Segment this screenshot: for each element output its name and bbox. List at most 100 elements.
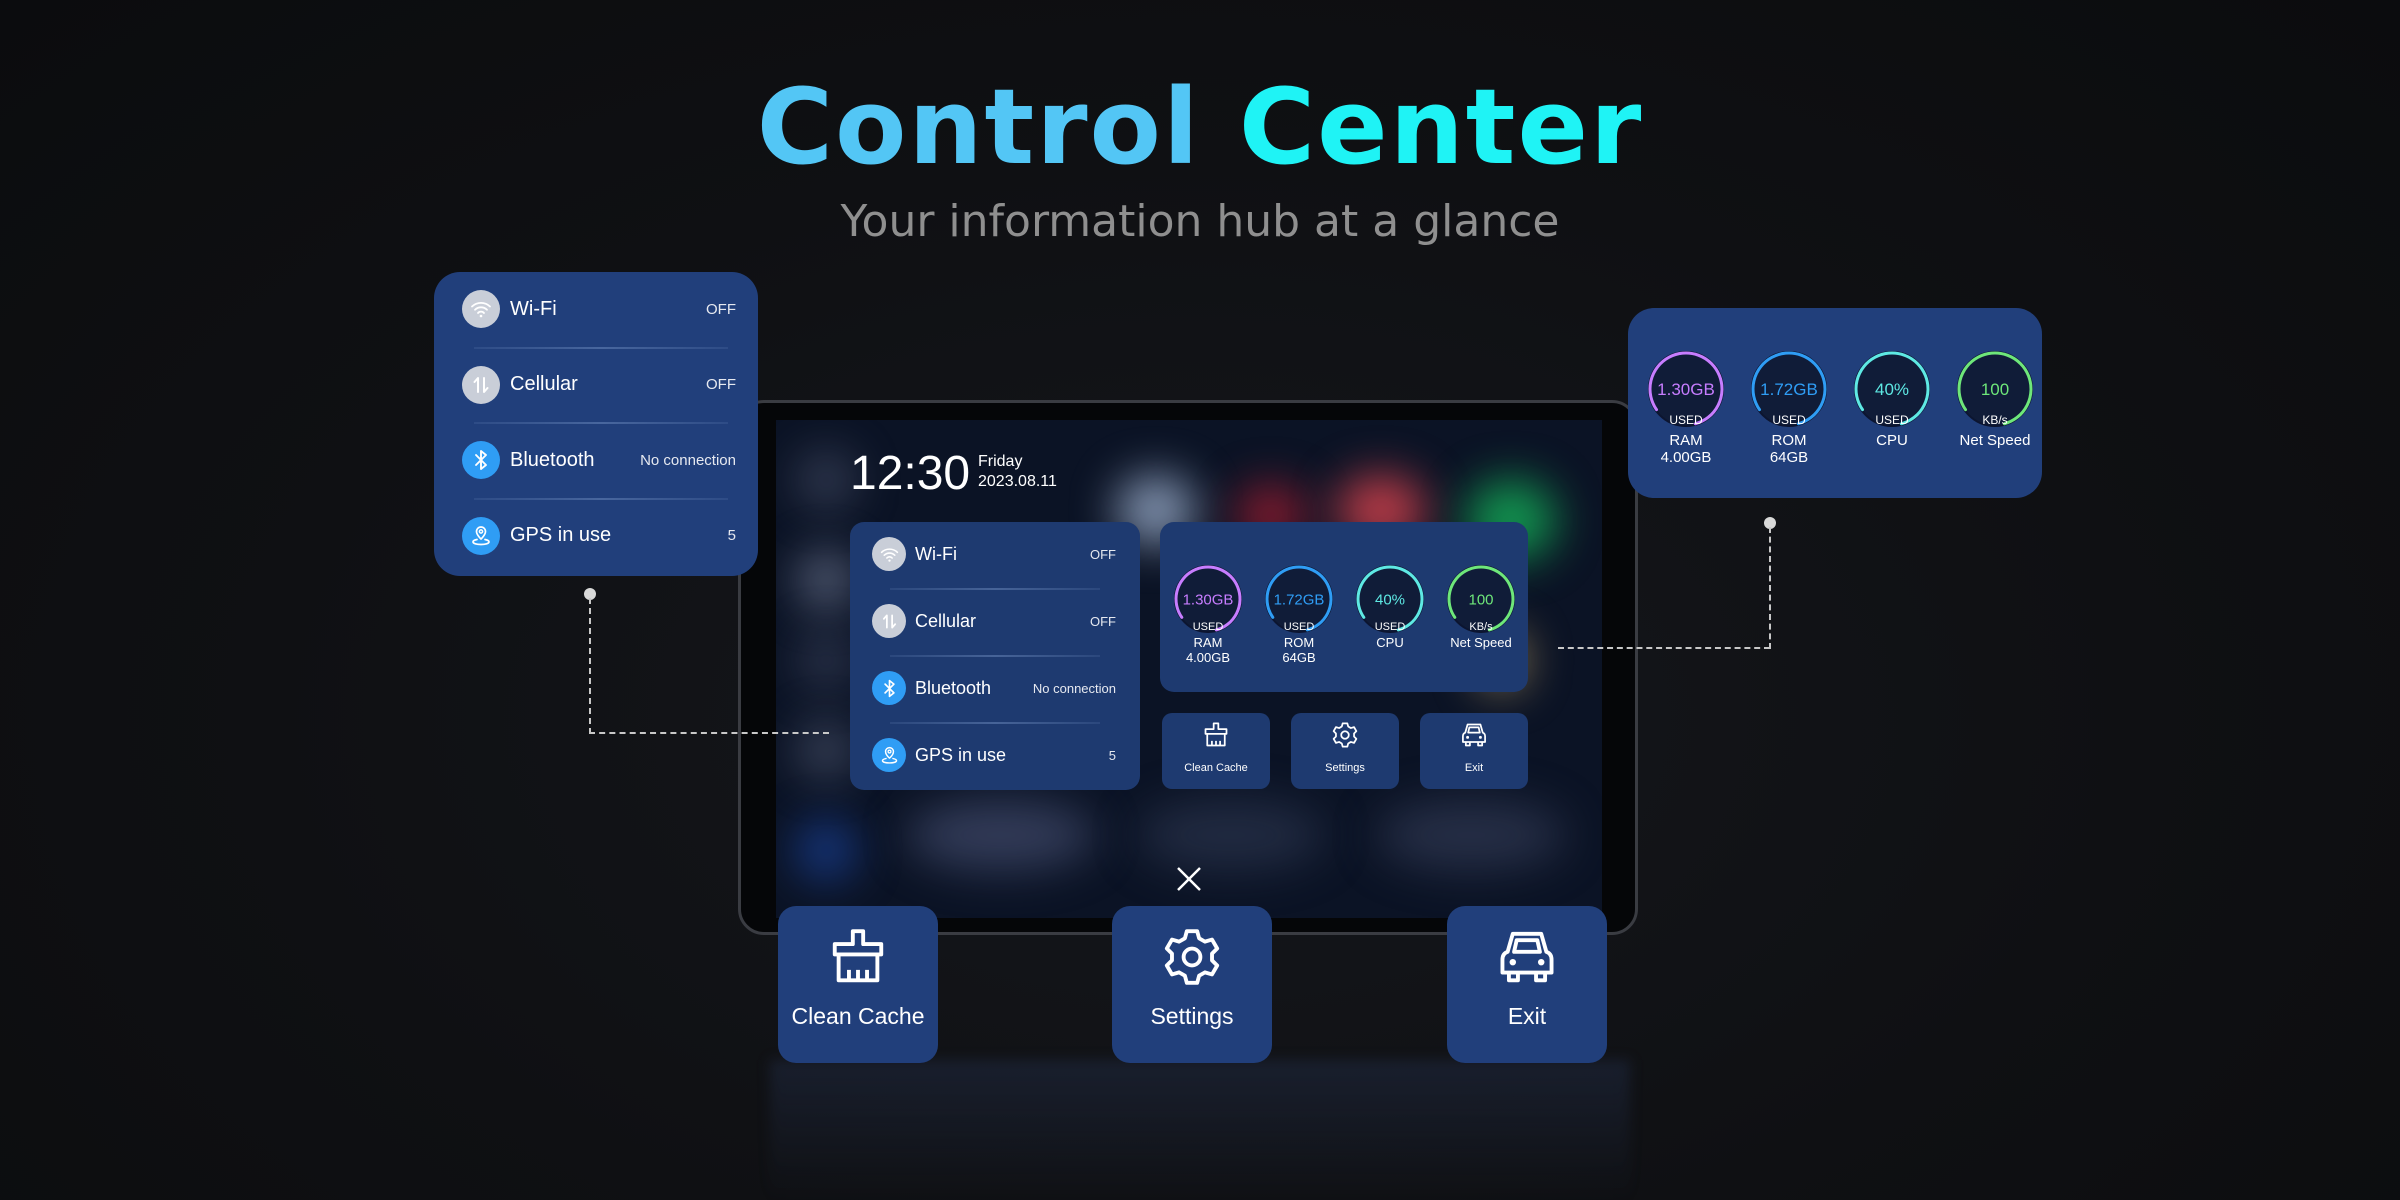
connectivity-row-cellular[interactable]: Cellular OFF (434, 360, 758, 410)
day-label: Friday (978, 453, 1023, 470)
connectivity-label: Wi-Fi (915, 543, 957, 564)
gauge-rom: 1.72GB USED ROM 64GB (1255, 564, 1343, 666)
gauge-ram: 1.30GB USED RAM 4.00GB (1636, 350, 1736, 467)
car-icon (1460, 721, 1488, 754)
blurred-app-icon (796, 450, 856, 510)
gauge-unit: USED (1193, 621, 1224, 633)
gps-icon (872, 738, 906, 772)
connectivity-status: OFF (706, 376, 736, 393)
gauge-value: 1.72GB (1274, 591, 1325, 608)
connectivity-row-wi-fi[interactable]: Wi-Fi OFF (434, 284, 758, 334)
connectivity-row-cellular[interactable]: Cellular OFF (850, 597, 1140, 645)
connectivity-panel-callout: Wi-Fi OFF Cellular OFF Bluetooth No connectio… (434, 272, 758, 576)
gauge-name: CPU (1876, 432, 1908, 449)
blurred-widget (1136, 800, 1326, 870)
connector-line-left-h (589, 732, 829, 734)
gauge-value: 40% (1375, 591, 1405, 608)
close-button[interactable] (1174, 864, 1204, 894)
connectivity-row-bluetooth[interactable]: Bluetooth No connection (434, 435, 758, 485)
gauge-value: 40% (1875, 380, 1909, 399)
connectivity-label: Bluetooth (915, 677, 992, 698)
gauge-cpu: 40% USED CPU (1346, 564, 1434, 651)
connectivity-status: 5 (727, 527, 736, 544)
gauge-capacity: 4.00GB (1185, 649, 1231, 665)
gauge-ring-rom: 1.72GB USED (1751, 351, 1827, 427)
clean-cache-button[interactable]: Clean Cache (778, 906, 938, 1063)
blurred-app-icon (796, 720, 856, 780)
gauge-value: 1.30GB (1657, 380, 1715, 399)
gauge-net: 100 KB/s Net Speed (1437, 564, 1525, 651)
date-label: 2023.08.11 (978, 473, 1057, 490)
bluetooth-icon (872, 671, 906, 705)
gauge-name: Net Speed (1959, 432, 2031, 449)
gauge-value: 100 (1981, 380, 2009, 399)
gear-icon (1161, 926, 1223, 993)
connectivity-row-gps-in-use[interactable]: GPS in use 5 (434, 511, 758, 561)
gauge-unit: USED (1875, 413, 1909, 427)
divider (474, 497, 728, 500)
gauge-name: RAM (1669, 432, 1703, 449)
wifi-icon (462, 290, 500, 328)
settings-button-small[interactable]: Settings (1291, 713, 1399, 789)
gauge-name: ROM (1283, 635, 1315, 650)
settings-button[interactable]: Settings (1112, 906, 1272, 1063)
gauge-ring-ram: 1.30GB USED (1648, 351, 1724, 427)
gauge-unit: USED (1772, 413, 1806, 427)
action-label: Exit (1507, 1003, 1547, 1029)
connectivity-label: Wi-Fi (510, 297, 557, 320)
connectivity-status: OFF (1090, 613, 1116, 629)
title-control: Control (756, 66, 1201, 188)
close-icon (1177, 867, 1201, 891)
connectivity-status: OFF (706, 300, 736, 318)
connectivity-panel-small: Wi-Fi OFF Cellular OFF Bluetooth No connectio… (850, 522, 1140, 790)
connector-line-left-v (589, 598, 591, 734)
connector-line-right-v (1769, 527, 1771, 649)
divider (890, 654, 1100, 657)
connectivity-label: GPS in use (510, 524, 612, 546)
gear-icon (1331, 721, 1359, 754)
gauge-ring-net: 100 KB/s (1957, 351, 2033, 427)
connectivity-row-wi-fi[interactable]: Wi-Fi OFF (850, 530, 1140, 578)
action-label: Exit (1464, 762, 1484, 774)
connectivity-status: No connection (1032, 680, 1116, 696)
stats-panel-small: 1.30GB USED RAM 4.00GB 1.72GB USED ROM 64GB 40% U… (1160, 522, 1528, 692)
gauge-value: 1.72GB (1760, 380, 1818, 399)
clean-cache-button-small[interactable]: Clean Cache (1162, 713, 1270, 789)
date-block: Friday 2023.08.11 (978, 452, 1057, 492)
action-label: Clean Cache (791, 1003, 925, 1029)
gauge-capacity: 4.00GB (1660, 449, 1712, 467)
connectivity-label: Cellular (915, 610, 977, 631)
divider (890, 721, 1100, 724)
gauge-unit: USED (1284, 621, 1315, 633)
exit-button-small[interactable]: Exit (1420, 713, 1528, 789)
action-label: Settings (1150, 1003, 1234, 1029)
connector-line-right-h (1558, 647, 1770, 649)
car-icon (1496, 926, 1558, 993)
blurred-app-icon (796, 630, 856, 690)
reflection (770, 1060, 1630, 1200)
connectivity-row-gps-in-use[interactable]: GPS in use 5 (850, 731, 1140, 779)
divider (890, 587, 1100, 590)
cellular-icon (872, 604, 906, 638)
connectivity-status: No connection (640, 451, 736, 469)
title-center: Center (1238, 66, 1644, 188)
exit-button[interactable]: Exit (1447, 906, 1607, 1063)
gauge-name: Net Speed (1450, 635, 1512, 650)
blurred-widget (906, 800, 1096, 870)
page-subtitle: Your information hub at a glance (840, 196, 1560, 247)
gauge-capacity: 64GB (1282, 649, 1316, 665)
stats-panel-callout: 1.30GB USED RAM 4.00GB 1.72GB USED ROM 64GB 40% U… (1628, 308, 2042, 498)
gauge-value: 100 (1468, 591, 1493, 608)
gauge-name: RAM (1193, 635, 1223, 650)
page-title: Control Center (0, 66, 2400, 188)
gps-icon (462, 516, 500, 555)
gauge-name: ROM (1771, 432, 1807, 449)
gauge-net: 100 KB/s Net Speed (1945, 350, 2045, 449)
clock-time: 12:30 (850, 447, 971, 500)
gauge-cpu: 40% USED CPU (1842, 350, 1942, 449)
action-label: Clean Cache (1184, 762, 1248, 774)
connectivity-status: OFF (1090, 546, 1116, 562)
connectivity-status: 5 (1108, 747, 1116, 763)
connectivity-row-bluetooth[interactable]: Bluetooth No connection (850, 664, 1140, 712)
blurred-widget (1376, 800, 1566, 870)
